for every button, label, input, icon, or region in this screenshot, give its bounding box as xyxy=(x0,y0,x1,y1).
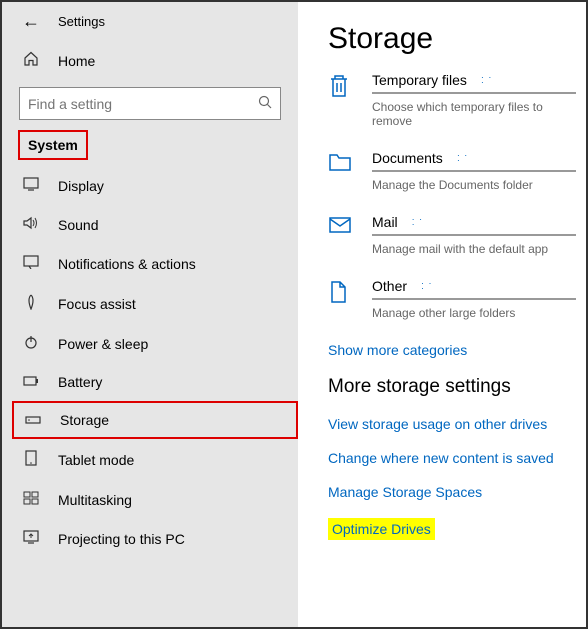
content: Storage Temporary files · ·· Choose which… xyxy=(298,2,586,627)
power-icon xyxy=(22,335,40,352)
other-icon xyxy=(328,280,352,304)
show-more-link[interactable]: Show more categories xyxy=(328,342,586,358)
category-other[interactable]: Other · ·· Manage other large folders xyxy=(328,278,586,320)
nav-display[interactable]: Display xyxy=(2,166,298,205)
settings-title: Settings xyxy=(58,14,105,29)
cat-desc: Choose which temporary files to remove xyxy=(372,100,576,128)
battery-icon xyxy=(22,374,40,390)
nav-label: Sound xyxy=(58,217,98,233)
home-button[interactable]: Home xyxy=(2,40,298,81)
cat-label: Temporary files xyxy=(372,72,467,88)
nav-notifications[interactable]: Notifications & actions xyxy=(2,244,298,283)
multitask-icon xyxy=(22,491,40,508)
nav-label: Storage xyxy=(60,412,109,428)
loading-icon: · ·· xyxy=(412,217,424,228)
tablet-icon xyxy=(22,450,40,469)
back-icon[interactable]: ← xyxy=(22,12,40,30)
nav-label: Battery xyxy=(58,374,102,390)
category-mail[interactable]: Mail · ·· Manage mail with the default ap… xyxy=(328,214,586,256)
notifications-icon xyxy=(22,255,40,272)
home-label: Home xyxy=(58,53,95,69)
usage-bar xyxy=(372,234,576,236)
link-change-save[interactable]: Change where new content is saved xyxy=(328,450,586,466)
nav-label: Tablet mode xyxy=(58,452,134,468)
nav-label: Power & sleep xyxy=(58,336,148,352)
sound-icon xyxy=(22,216,40,233)
mail-icon xyxy=(328,216,352,240)
category-documents[interactable]: Documents · ·· Manage the Documents folde… xyxy=(328,150,586,192)
nav-label: Focus assist xyxy=(58,296,136,312)
more-settings-title: More storage settings xyxy=(328,376,586,398)
trash-icon xyxy=(328,74,352,98)
link-storage-spaces[interactable]: Manage Storage Spaces xyxy=(328,484,586,500)
cat-desc: Manage mail with the default app xyxy=(372,242,576,256)
usage-bar xyxy=(372,298,576,300)
link-view-storage[interactable]: View storage usage on other drives xyxy=(328,416,586,432)
section-system: System xyxy=(18,130,88,160)
nav-sound[interactable]: Sound xyxy=(2,205,298,244)
loading-icon: · ·· xyxy=(481,75,493,86)
nav-battery[interactable]: Battery xyxy=(2,363,298,401)
loading-icon: · ·· xyxy=(457,153,469,164)
storage-icon xyxy=(24,412,42,428)
nav-label: Display xyxy=(58,178,104,194)
category-temp-files[interactable]: Temporary files · ·· Choose which tempora… xyxy=(328,72,586,128)
nav-focus-assist[interactable]: Focus assist xyxy=(2,283,298,324)
search-icon xyxy=(258,95,272,112)
nav-label: Multitasking xyxy=(58,492,132,508)
cat-label: Documents xyxy=(372,150,443,166)
nav-power[interactable]: Power & sleep xyxy=(2,324,298,363)
folder-icon xyxy=(328,152,352,176)
sidebar: ← Settings Home System Display Sound Not… xyxy=(2,2,298,627)
home-icon xyxy=(22,51,40,70)
nav-projecting[interactable]: Projecting to this PC xyxy=(2,519,298,558)
nav-tablet[interactable]: Tablet mode xyxy=(2,439,298,480)
cat-desc: Manage other large folders xyxy=(372,306,576,320)
link-optimize-drives[interactable]: Optimize Drives xyxy=(328,518,435,540)
search-box[interactable] xyxy=(19,87,281,120)
page-title: Storage xyxy=(328,22,586,56)
projecting-icon xyxy=(22,530,40,547)
focus-icon xyxy=(22,294,40,313)
usage-bar xyxy=(372,170,576,172)
nav-label: Projecting to this PC xyxy=(58,531,185,547)
usage-bar xyxy=(372,92,576,94)
nav-label: Notifications & actions xyxy=(58,256,196,272)
search-input[interactable] xyxy=(28,96,258,112)
loading-icon: · ·· xyxy=(421,281,433,292)
cat-label: Other xyxy=(372,278,407,294)
cat-label: Mail xyxy=(372,214,398,230)
display-icon xyxy=(22,177,40,194)
header: ← Settings xyxy=(2,8,298,40)
nav-storage[interactable]: Storage xyxy=(14,403,290,437)
nav-multitasking[interactable]: Multitasking xyxy=(2,480,298,519)
cat-desc: Manage the Documents folder xyxy=(372,178,576,192)
